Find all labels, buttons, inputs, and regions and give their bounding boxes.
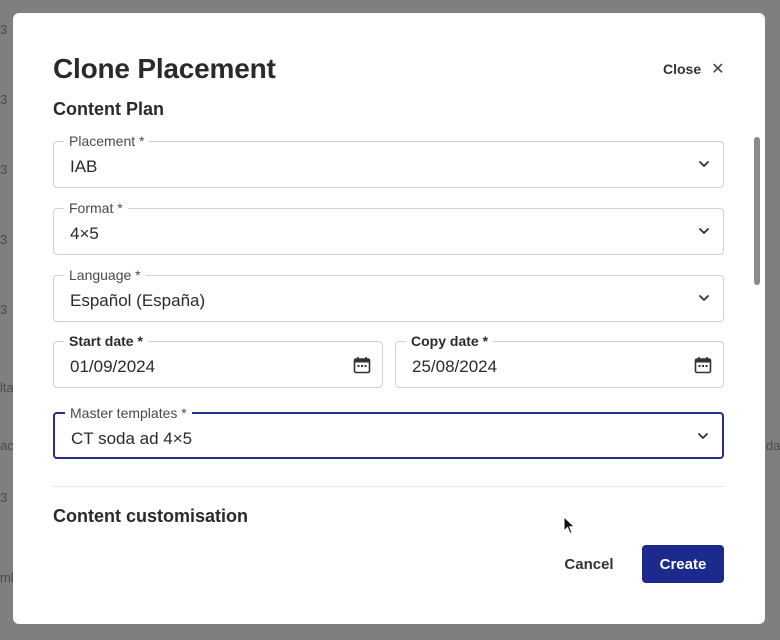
- language-label: Language *: [64, 267, 146, 283]
- language-select[interactable]: Language * Español (España): [53, 267, 724, 322]
- calendar-icon[interactable]: [352, 355, 372, 375]
- format-label: Format *: [64, 200, 128, 216]
- copy-date-label: Copy date *: [406, 333, 494, 349]
- clone-placement-dialog: Clone Placement Close ✕ Content Plan Pla…: [13, 13, 765, 624]
- placement-select[interactable]: Placement * IAB: [53, 133, 724, 188]
- chevron-down-icon: [698, 433, 708, 439]
- start-date-value: 01/09/2024: [70, 357, 156, 376]
- section-divider: [53, 486, 724, 487]
- format-value: 4×5: [70, 224, 99, 243]
- close-icon: ✕: [711, 61, 725, 78]
- format-select[interactable]: Format * 4×5: [53, 200, 724, 255]
- language-value: Español (España): [70, 291, 206, 310]
- cancel-button[interactable]: Cancel: [548, 545, 630, 583]
- background-text: da: [766, 438, 780, 453]
- placement-value: IAB: [70, 157, 98, 176]
- copy-date-value: 25/08/2024: [412, 357, 498, 376]
- content-plan-heading: Content Plan: [53, 101, 164, 119]
- background-text: 3: [0, 22, 8, 37]
- master-templates-value: CT soda ad 4×5: [71, 429, 193, 448]
- master-templates-label: Master templates *: [65, 405, 192, 421]
- content-customisation-heading: Content customisation: [53, 506, 249, 526]
- close-label: Close: [663, 61, 702, 77]
- close-button[interactable]: Close ✕: [663, 59, 725, 79]
- scrollbar-thumb[interactable]: [754, 137, 760, 285]
- master-templates-select[interactable]: Master templates * CT soda ad 4×5: [53, 405, 724, 459]
- background-text: 3: [0, 92, 8, 107]
- background-text: 3: [0, 162, 8, 177]
- background-text: 3: [0, 490, 8, 505]
- dialog-title: Clone Placement: [53, 53, 276, 84]
- calendar-icon[interactable]: [693, 355, 713, 375]
- background-text: 3: [0, 302, 8, 317]
- start-date-label: Start date *: [64, 333, 148, 349]
- placement-label: Placement *: [64, 133, 150, 149]
- background-text: ac: [0, 438, 14, 453]
- chevron-down-icon: [699, 161, 709, 167]
- chevron-down-icon: [699, 295, 709, 301]
- mouse-cursor-icon: [563, 516, 576, 535]
- dialog-scroll-area[interactable]: Content Plan Placement * IAB Format * 4×…: [13, 101, 765, 531]
- create-button[interactable]: Create: [642, 545, 724, 583]
- copy-date-field[interactable]: Copy date * 25/08/2024: [395, 333, 724, 388]
- chevron-down-icon: [699, 228, 709, 234]
- background-text: lta: [0, 380, 14, 395]
- background-text: 3: [0, 232, 8, 247]
- start-date-field[interactable]: Start date * 01/09/2024: [53, 333, 383, 388]
